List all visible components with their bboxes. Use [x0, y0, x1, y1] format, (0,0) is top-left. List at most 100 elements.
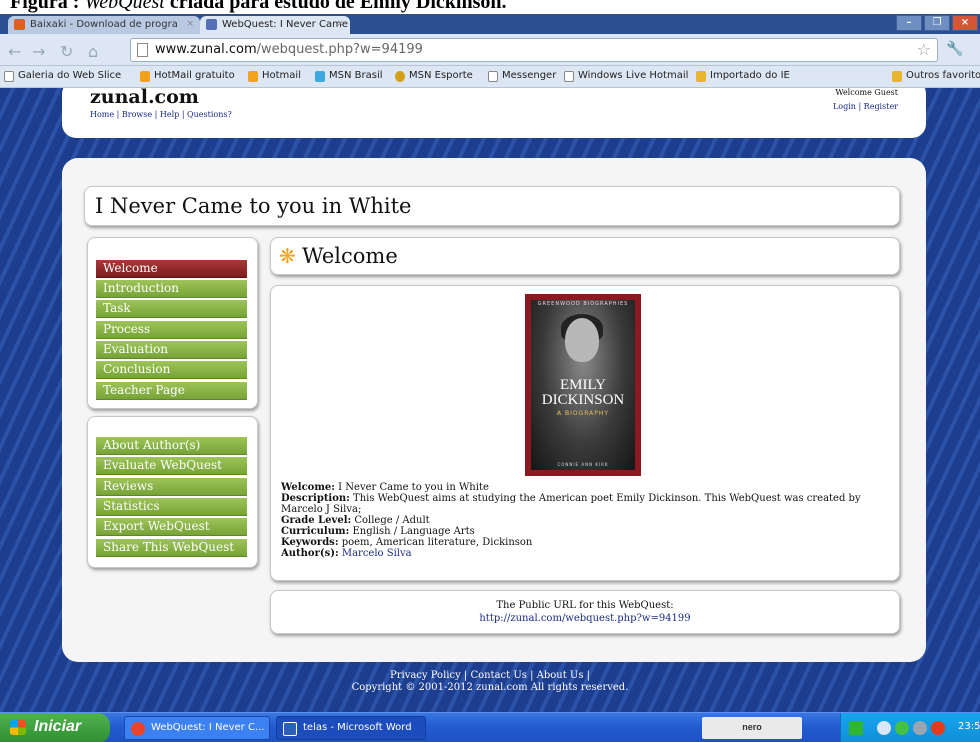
page-icon	[137, 43, 148, 57]
baixaki-favicon-icon	[14, 19, 25, 30]
tray-alert-icon[interactable]	[931, 721, 945, 735]
sun-icon: ❋	[279, 244, 296, 268]
footer-links[interactable]: Privacy Policy | Contact Us | About Us |	[0, 670, 980, 682]
welcome-content: GREENWOOD BIOGRAPHIES EMILY DICKINSON A B…	[270, 285, 900, 581]
public-url-label: The Public URL for this WebQuest:	[496, 600, 674, 611]
site-header: zunal.com Home | Browse | Help | Questio…	[62, 88, 926, 138]
menu-item-share-webquest[interactable]: Share This WebQuest	[96, 539, 247, 557]
meta-keywords: Keywords: poem, American literature, Dic…	[281, 537, 533, 548]
restore-button[interactable]: ❐	[924, 15, 950, 31]
webquest-card: I Never Came to you in White Welcome Int…	[62, 158, 926, 662]
meta-grade-level: Grade Level: College / Adult	[281, 515, 430, 526]
minimize-button[interactable]: –	[896, 15, 922, 31]
bookmark-item[interactable]: MSN Esporte	[395, 70, 473, 82]
home-icon[interactable]: ⌂	[88, 42, 98, 61]
meta-description: Description: This WebQuest aims at study…	[281, 493, 861, 515]
menu-item-evaluation[interactable]: Evaluation	[96, 341, 247, 359]
browser-tab-bar: Baixaki - Download de progra × WebQuest:…	[0, 14, 980, 34]
tools-menu: About Author(s) Evaluate WebQuest Review…	[87, 416, 258, 568]
section-menu: Welcome Introduction Task Process Evalua…	[87, 237, 258, 409]
book-series: GREENWOOD BIOGRAPHIES	[537, 301, 629, 307]
tab-label: Baixaki - Download de progra	[30, 19, 178, 30]
taskbar-item-word[interactable]: telas - Microsoft Word	[276, 716, 426, 740]
welcome-guest-text: Welcome Guest	[835, 88, 898, 97]
book-cover-image: GREENWOOD BIOGRAPHIES EMILY DICKINSON A B…	[525, 294, 641, 476]
webquest-title-box: I Never Came to you in White	[84, 186, 900, 226]
start-button[interactable]: Iniciar	[0, 713, 110, 742]
bookmark-item[interactable]: Hotmail	[248, 70, 301, 82]
window-controls: – ❐ ×	[896, 15, 978, 31]
windows-taskbar: Iniciar WebQuest: I Never C... telas - M…	[0, 712, 980, 742]
nero-toolbar[interactable]: nero	[702, 717, 802, 739]
page-viewport: zunal.com Home | Browse | Help | Questio…	[0, 88, 980, 712]
browser-tab-webquest[interactable]: WebQuest: I Never Came to ×	[200, 16, 350, 34]
tab-label: WebQuest: I Never Came to	[222, 19, 350, 30]
url-bar[interactable]: www.zunal.com/webquest.php?w=94199 ☆	[130, 38, 938, 62]
close-window-button[interactable]: ×	[952, 15, 978, 31]
menu-item-introduction[interactable]: Introduction	[96, 280, 247, 298]
menu-item-task[interactable]: Task	[96, 300, 247, 318]
meta-curriculum: Curriculum: English / Language Arts	[281, 526, 475, 537]
menu-item-evaluate-webquest[interactable]: Evaluate WebQuest	[96, 457, 247, 475]
bookmark-star-icon[interactable]: ☆	[917, 40, 931, 59]
tray-arrow-icon[interactable]	[849, 721, 863, 735]
caption-italic: WebQuest	[84, 0, 165, 13]
caption-prefix: Figura :	[10, 0, 85, 13]
meta-welcome: Welcome: I Never Came to you in White	[281, 482, 489, 493]
bookmark-item[interactable]: Windows Live Hotmail	[564, 70, 688, 82]
clock: 23:55	[958, 721, 980, 732]
book-title: EMILY DICKINSON	[541, 377, 625, 408]
bookmarks-bar: Galeria do Web Slice HotMail gratuito Ho…	[0, 66, 980, 88]
webquest-metadata: Welcome: I Never Came to you in White De…	[281, 482, 891, 559]
system-tray: 23:55	[840, 713, 980, 742]
taskbar-item-browser[interactable]: WebQuest: I Never C...	[124, 716, 270, 740]
public-url-link[interactable]: http://zunal.com/webquest.php?w=94199	[479, 613, 690, 624]
close-tab-icon[interactable]: ×	[186, 19, 194, 29]
tray-settings-icon[interactable]	[913, 721, 927, 735]
menu-item-welcome[interactable]: Welcome	[96, 260, 247, 278]
forward-arrow-icon[interactable]: →	[32, 42, 45, 61]
document-caption: Figura : WebQuest criada para estudo de …	[0, 0, 980, 14]
bookmark-item[interactable]: Galeria do Web Slice	[4, 70, 121, 82]
caption-suffix: criada para estudo de Emily Dickinson.	[164, 0, 507, 13]
footer-copyright: Copyright © 2001-2012 zunal.com All righ…	[351, 682, 629, 693]
url-text[interactable]: www.zunal.com/webquest.php?w=94199	[155, 42, 423, 57]
bookmark-item[interactable]: HotMail gratuito	[140, 70, 235, 82]
back-arrow-icon[interactable]: ←	[8, 42, 21, 61]
reload-icon[interactable]: ↻	[60, 42, 73, 61]
tray-network-icon[interactable]	[877, 721, 891, 735]
menu-item-process[interactable]: Process	[96, 321, 247, 339]
top-nav-links[interactable]: Home | Browse | Help | Questions?	[90, 110, 232, 119]
page-title: I Never Came to you in White	[95, 194, 412, 218]
wrench-menu-icon[interactable]: 🔧	[946, 41, 966, 59]
page-footer: Privacy Policy | Contact Us | About Us |…	[0, 670, 980, 694]
bookmark-item[interactable]: MSN Brasil	[315, 70, 383, 82]
menu-item-reviews[interactable]: Reviews	[96, 478, 247, 496]
section-heading-box: ❋ Welcome	[270, 237, 900, 275]
menu-item-statistics[interactable]: Statistics	[96, 498, 247, 516]
windows-flag-icon	[10, 720, 26, 735]
browser-tab-baixaki[interactable]: Baixaki - Download de progra ×	[8, 16, 200, 34]
bookmark-item[interactable]: Messenger	[488, 70, 556, 82]
public-url-box: The Public URL for this WebQuest: http:/…	[270, 590, 900, 634]
menu-item-about-authors[interactable]: About Author(s)	[96, 437, 247, 455]
chrome-icon	[131, 722, 145, 736]
meta-authors: Author(s): Marcelo Silva	[281, 548, 412, 559]
address-toolbar: ← → ↻ ⌂ www.zunal.com/webquest.php?w=941…	[0, 34, 980, 66]
tray-security-icon[interactable]	[895, 721, 909, 735]
menu-item-conclusion[interactable]: Conclusion	[96, 361, 247, 379]
bookmark-folder[interactable]: Outros favoritos	[892, 70, 980, 82]
word-icon	[283, 722, 297, 736]
portrait-face	[565, 318, 599, 362]
login-register-links[interactable]: Login | Register	[833, 102, 898, 111]
bookmark-folder[interactable]: Importado do IE	[696, 70, 790, 82]
section-heading: Welcome	[302, 244, 398, 268]
site-logo[interactable]: zunal.com	[90, 88, 199, 108]
book-subtitle: A BIOGRAPHY	[556, 410, 610, 417]
zunal-favicon-icon	[206, 19, 217, 30]
author-link[interactable]: Marcelo Silva	[342, 548, 412, 559]
book-author: CONNIE ANN KIRK	[557, 462, 609, 467]
close-tab-icon[interactable]: ×	[336, 19, 344, 29]
menu-item-teacher-page[interactable]: Teacher Page	[96, 382, 247, 400]
menu-item-export-webquest[interactable]: Export WebQuest	[96, 518, 247, 536]
